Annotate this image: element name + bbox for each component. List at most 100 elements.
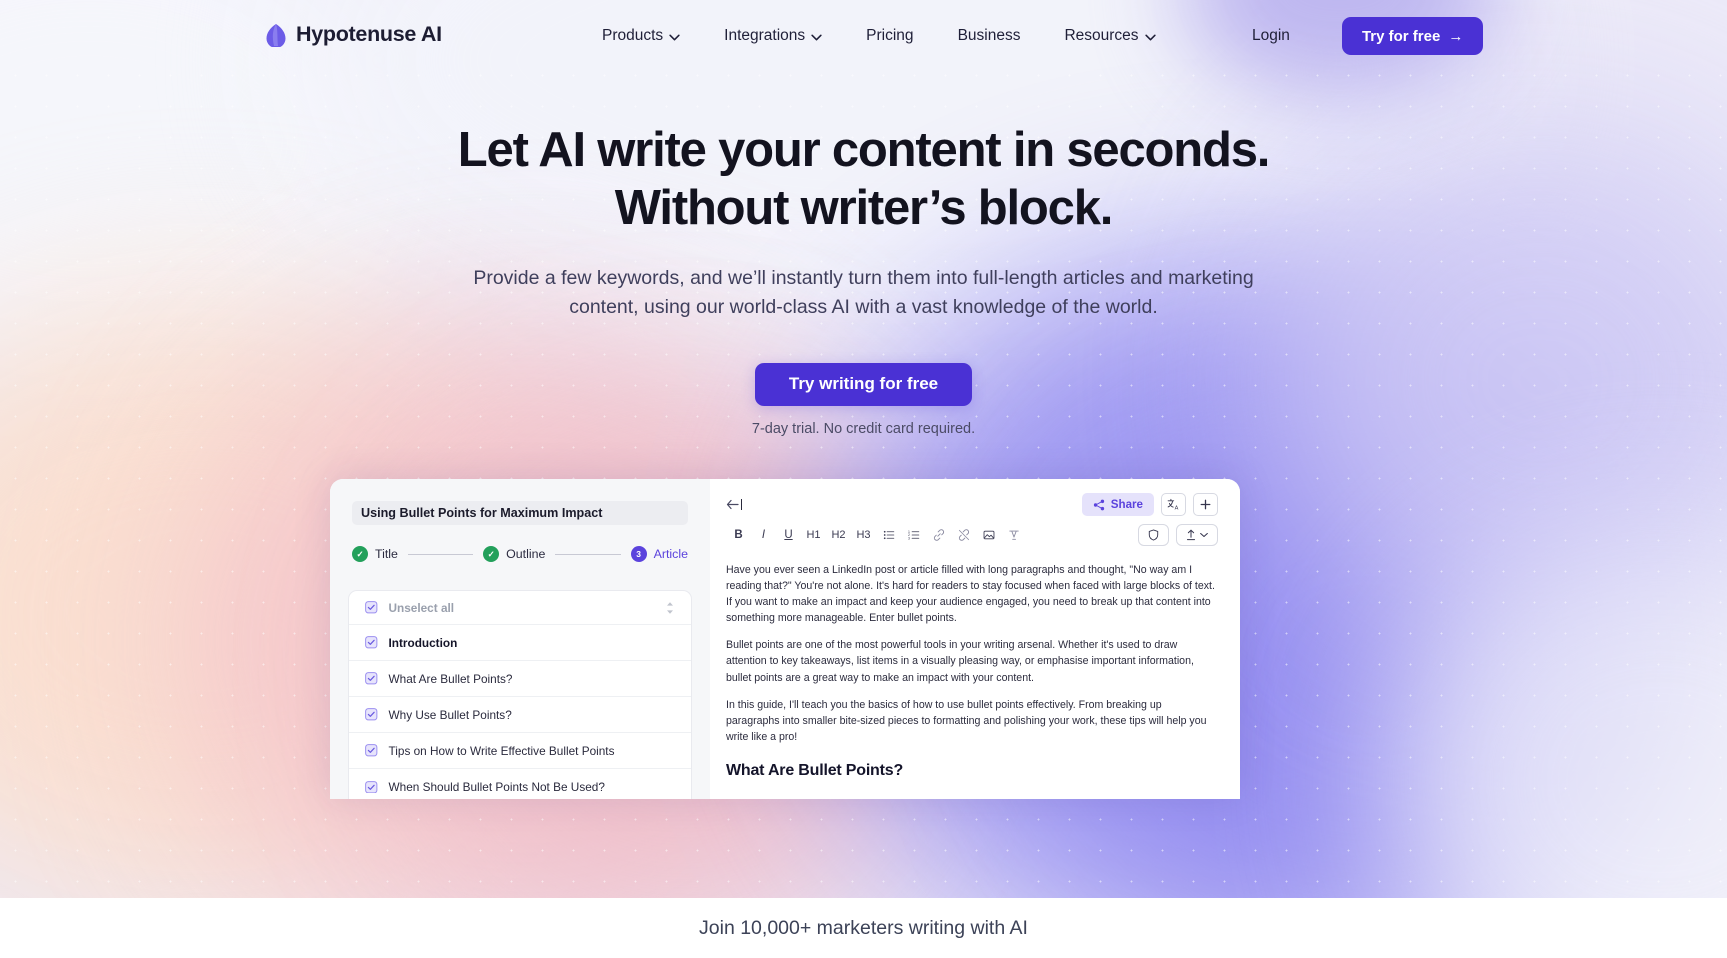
heading-3-glyph: H3 (856, 529, 871, 541)
editor-pane: Share A B I U H1 H2 H3 1 2 3 Have you ev… (710, 479, 1240, 799)
outline-item-0-label: Introduction (388, 635, 458, 650)
editor-paragraph-2: In this guide, I'll teach you the basics… (726, 698, 1207, 743)
outline-item-2[interactable]: Why Use Bullet Points? (349, 697, 691, 733)
outline-item-4-label: When Should Bullet Points Not Be Used? (388, 780, 605, 794)
outline-item-1-label: What Are Bullet Points? (388, 671, 513, 686)
checkbox-checked-icon[interactable] (365, 636, 378, 649)
nav-item-pricing-label: Pricing (866, 27, 914, 44)
export-up-icon (1186, 529, 1196, 541)
page-title: Let AI write your content in seconds. Wi… (0, 122, 1727, 238)
nav-item-pricing[interactable]: Pricing (844, 0, 935, 72)
bullet-list-button[interactable] (876, 524, 901, 546)
clear-format-icon (1008, 530, 1019, 540)
document-title-row: Using Bullet Points for Maximum Impact (352, 501, 688, 525)
italic-glyph: I (761, 529, 766, 541)
outline-pane: Using Bullet Points for Maximum Impact ✓… (330, 479, 710, 799)
step-title[interactable]: ✓ Title (352, 546, 398, 562)
editor-section-heading: What Are Bullet Points? (726, 761, 904, 779)
unlink-icon (958, 529, 969, 541)
outline-item-3-label: Tips on How to Write Effective Bullet Po… (388, 743, 615, 758)
underline-button[interactable]: U (776, 524, 801, 546)
nav-links: Products Integrations Pricing Business R… (580, 0, 1178, 72)
heading-2-button[interactable]: H2 (826, 524, 851, 546)
share-label: Share (1110, 498, 1143, 511)
outline-item-0[interactable]: Introduction (349, 625, 691, 661)
clear-format-button[interactable] (1001, 524, 1026, 546)
headline-line-1: Let AI write your content in seconds. (457, 123, 1271, 177)
outline-item-4[interactable]: When Should Bullet Points Not Be Used? (349, 769, 691, 799)
sort-updown-icon[interactable] (665, 601, 675, 615)
document-title[interactable]: Using Bullet Points for Maximum Impact (352, 501, 688, 525)
try-writing-for-free-button[interactable]: Try writing for free (754, 362, 973, 406)
step-outline[interactable]: ✓ Outline (483, 546, 545, 562)
product-preview-card: Using Bullet Points for Maximum Impact ✓… (330, 479, 1240, 799)
heading-1-button[interactable]: H1 (801, 524, 826, 546)
editor-paragraph-1: Bullet points are one of the most powerf… (726, 639, 1194, 684)
nav-item-integrations-label: Integrations (724, 27, 806, 44)
step-article-badge: 3 (630, 546, 647, 562)
step-indicator: ✓ Title ✓ Outline 3 Article (352, 546, 688, 562)
brand-logo[interactable]: Hypotenuse AI (265, 22, 442, 47)
translate-button[interactable]: A (1161, 493, 1186, 516)
nav-item-business-label: Business (957, 27, 1021, 44)
numbered-list-button[interactable]: 1 2 3 (901, 524, 926, 546)
hero-cta-wrap: Try writing for free (0, 362, 1727, 406)
bold-glyph: B (734, 529, 743, 541)
checkbox-checked-icon[interactable] (365, 672, 378, 685)
social-proof-strip: Join 10,000+ marketers writing with AI (0, 898, 1727, 958)
link-icon (933, 529, 944, 541)
bold-button[interactable]: B (726, 524, 751, 546)
nav-item-integrations[interactable]: Integrations (702, 0, 844, 72)
checkbox-checked-icon[interactable] (365, 708, 378, 721)
nav-item-products[interactable]: Products (580, 0, 702, 72)
editor-top-bar: Share A (710, 479, 1240, 516)
svg-text:3: 3 (908, 537, 910, 541)
unselect-all-group: Unselect all (365, 601, 454, 615)
outline-header-row[interactable]: Unselect all (349, 591, 691, 625)
editor-paragraph-0: Have you ever seen a LinkedIn post or ar… (726, 564, 1215, 625)
step-outline-label: Outline (506, 547, 546, 561)
subtitle-line-2: content, using our world-class AI with a… (569, 296, 1158, 319)
plagiarism-shield-button[interactable] (1138, 524, 1169, 546)
outline-item-3[interactable]: Tips on How to Write Effective Bullet Po… (349, 733, 691, 769)
italic-button[interactable]: I (751, 524, 776, 546)
heading-1-glyph: H1 (806, 529, 821, 541)
editor-content[interactable]: Have you ever seen a LinkedIn post or ar… (710, 546, 1240, 780)
login-link[interactable]: Login (1230, 27, 1312, 45)
nav-item-business[interactable]: Business (936, 0, 1043, 72)
landing-page: Hypotenuse AI Products Integrations Pric… (0, 0, 1727, 958)
heading-3-button[interactable]: H3 (851, 524, 876, 546)
heading-2-glyph: H2 (831, 529, 846, 541)
outline-list: Unselect all Introduction What Are Bulle… (348, 590, 692, 799)
trial-note: 7-day trial. No credit card required. (751, 420, 976, 437)
back-button[interactable] (726, 499, 742, 510)
checkbox-checked-icon[interactable] (365, 744, 378, 757)
chevron-down-icon (1144, 34, 1156, 40)
step-article[interactable]: 3 Article (630, 546, 688, 562)
image-button[interactable] (976, 524, 1001, 546)
outline-item-1[interactable]: What Are Bullet Points? (349, 661, 691, 697)
try-for-free-label: Try for free (1361, 27, 1441, 45)
editor-actions: Share A (1081, 493, 1218, 516)
try-for-free-button[interactable]: Try for free → (1341, 17, 1484, 55)
share-button[interactable]: Share (1081, 493, 1154, 516)
unlink-button[interactable] (951, 524, 976, 546)
nav-actions: Login Try for free → (1230, 0, 1484, 72)
step-outline-badge: ✓ (483, 546, 500, 562)
link-button[interactable] (926, 524, 951, 546)
add-button[interactable] (1193, 493, 1218, 516)
step-title-label: Title (375, 547, 398, 561)
unselect-all-label: Unselect all (388, 600, 455, 615)
step-connector (555, 553, 621, 555)
back-arrow-icon (726, 499, 739, 510)
nav-item-resources-label: Resources (1064, 27, 1139, 44)
translate-icon: A (1167, 498, 1179, 511)
shield-icon (1148, 529, 1159, 541)
svg-text:A: A (1175, 506, 1179, 511)
checkbox-checked-icon[interactable] (365, 780, 378, 794)
export-button[interactable] (1176, 524, 1218, 546)
image-icon (983, 530, 994, 540)
editor-format-toolbar: B I U H1 H2 H3 1 2 3 (710, 516, 1240, 546)
nav-item-resources[interactable]: Resources (1042, 0, 1177, 72)
chevron-down-icon (1200, 533, 1208, 537)
